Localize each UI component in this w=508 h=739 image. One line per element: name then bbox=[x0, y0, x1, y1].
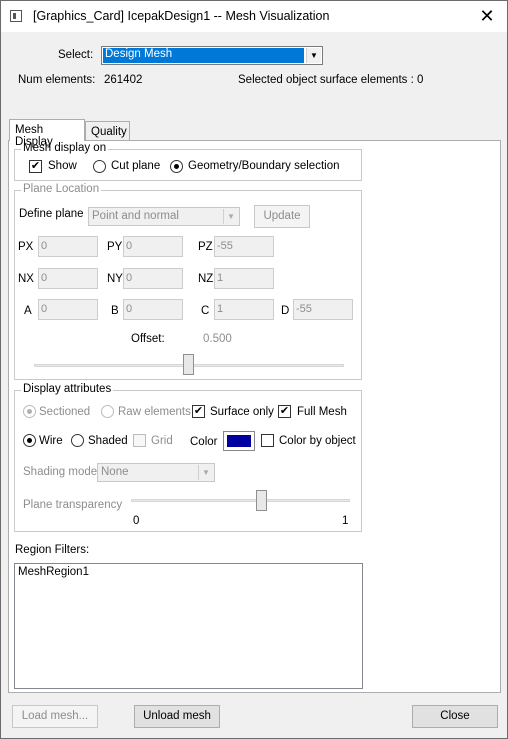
list-item[interactable]: MeshRegion1 bbox=[18, 566, 89, 578]
slider-max-label: 1 bbox=[342, 515, 349, 527]
color-swatch-fill bbox=[227, 435, 251, 447]
color-label: Color bbox=[190, 436, 218, 448]
a-label: A bbox=[24, 305, 32, 317]
check-icon: ✔ bbox=[279, 405, 290, 417]
pz-label: PZ bbox=[198, 241, 213, 253]
chevron-down-icon[interactable]: ▼ bbox=[223, 209, 238, 224]
a-field[interactable]: 0 bbox=[38, 299, 98, 320]
chevron-down-icon[interactable]: ▼ bbox=[198, 465, 213, 480]
plane-location-group: Plane Location Define plane Point and no… bbox=[14, 183, 362, 380]
load-mesh-button[interactable]: Load mesh... bbox=[12, 705, 98, 728]
geometry-boundary-radio[interactable] bbox=[170, 160, 183, 173]
select-dropdown[interactable]: Design Mesh ▼ bbox=[101, 46, 323, 65]
c-label: C bbox=[201, 305, 210, 317]
define-plane-dropdown[interactable]: Point and normal ▼ bbox=[88, 207, 240, 226]
plane-location-legend: Plane Location bbox=[21, 183, 102, 195]
close-button[interactable]: Close bbox=[412, 705, 498, 728]
cut-plane-radio[interactable] bbox=[93, 160, 106, 173]
window-icon bbox=[10, 10, 22, 22]
plane-transparency-slider-track[interactable] bbox=[131, 499, 350, 502]
color-by-object-label: Color by object bbox=[279, 435, 356, 447]
color-swatch-button[interactable] bbox=[223, 431, 255, 451]
b-field[interactable]: 0 bbox=[123, 299, 183, 320]
unload-mesh-button[interactable]: Unload mesh bbox=[134, 705, 220, 728]
window-title: [Graphics_Card] IcepakDesign1 -- Mesh Vi… bbox=[33, 9, 330, 23]
chevron-down-icon[interactable]: ▼ bbox=[306, 48, 321, 63]
offset-slider-thumb[interactable] bbox=[183, 354, 194, 375]
nz-field[interactable]: 1 bbox=[214, 268, 274, 289]
py-label: PY bbox=[107, 241, 123, 253]
sectioned-radio[interactable] bbox=[23, 405, 36, 418]
px-field[interactable]: 0 bbox=[38, 236, 98, 257]
py-field[interactable]: 0 bbox=[123, 236, 183, 257]
b-label: B bbox=[111, 305, 119, 317]
mesh-display-on-group: Mesh display on ✔ Show Cut plane Geometr… bbox=[14, 142, 362, 181]
pz-field[interactable]: -55 bbox=[214, 236, 274, 257]
full-mesh-label: Full Mesh bbox=[297, 406, 347, 418]
update-button[interactable]: Update bbox=[254, 205, 310, 228]
display-attributes-group: Display attributes Sectioned Raw element… bbox=[14, 383, 362, 532]
shading-mode-label: Shading mode bbox=[23, 466, 98, 478]
shading-mode-dropdown[interactable]: None ▼ bbox=[97, 463, 215, 482]
cut-plane-label: Cut plane bbox=[111, 160, 161, 172]
wire-label: Wire bbox=[39, 435, 63, 447]
check-icon: ✔ bbox=[30, 160, 41, 172]
show-checkbox[interactable]: ✔ bbox=[29, 160, 42, 173]
check-icon: ✔ bbox=[193, 405, 204, 417]
mesh-visualization-window: [Graphics_Card] IcepakDesign1 -- Mesh Vi… bbox=[0, 0, 508, 739]
full-mesh-checkbox[interactable]: ✔ bbox=[278, 405, 291, 418]
c-field[interactable]: 1 bbox=[214, 299, 274, 320]
d-label: D bbox=[281, 305, 290, 317]
wire-radio[interactable] bbox=[23, 434, 36, 447]
ny-field[interactable]: 0 bbox=[123, 268, 183, 289]
plane-transparency-label: Plane transparency bbox=[23, 499, 123, 511]
shading-mode-value: None bbox=[101, 466, 129, 478]
nz-label: NZ bbox=[198, 273, 214, 285]
sectioned-label: Sectioned bbox=[39, 406, 91, 418]
nx-field[interactable]: 0 bbox=[38, 268, 98, 289]
offset-label: Offset: bbox=[131, 333, 165, 345]
close-icon[interactable]: ✕ bbox=[475, 5, 499, 27]
define-plane-value: Point and normal bbox=[92, 210, 179, 222]
show-label: Show bbox=[48, 160, 77, 172]
mesh-display-panel: Mesh display on ✔ Show Cut plane Geometr… bbox=[8, 140, 501, 693]
display-attributes-legend: Display attributes bbox=[21, 383, 114, 395]
select-label: Select: bbox=[58, 49, 94, 61]
region-filters-list[interactable]: MeshRegion1 bbox=[14, 563, 363, 689]
grid-label: Grid bbox=[151, 435, 173, 447]
raw-elements-label: Raw elements bbox=[118, 406, 191, 418]
shaded-label: Shaded bbox=[88, 435, 128, 447]
select-value: Design Mesh bbox=[103, 48, 304, 63]
title-bar: [Graphics_Card] IcepakDesign1 -- Mesh Vi… bbox=[1, 1, 507, 32]
selected-surface-elements: Selected object surface elements : 0 bbox=[238, 74, 424, 86]
px-label: PX bbox=[18, 241, 34, 253]
raw-elements-radio[interactable] bbox=[101, 405, 114, 418]
grid-checkbox[interactable] bbox=[133, 434, 146, 447]
define-plane-label: Define plane bbox=[19, 208, 84, 220]
nx-label: NX bbox=[18, 273, 34, 285]
region-filters-label: Region Filters: bbox=[15, 544, 90, 556]
geometry-boundary-label: Geometry/Boundary selection bbox=[188, 160, 340, 172]
ny-label: NY bbox=[107, 273, 123, 285]
tab-mesh-display[interactable]: Mesh Display bbox=[9, 119, 85, 148]
surface-only-label: Surface only bbox=[210, 406, 274, 418]
plane-transparency-slider-thumb[interactable] bbox=[256, 490, 267, 511]
offset-value: 0.500 bbox=[203, 333, 232, 345]
num-elements-label: Num elements: bbox=[18, 74, 96, 86]
tab-quality[interactable]: Quality bbox=[85, 121, 130, 141]
surface-only-checkbox[interactable]: ✔ bbox=[192, 405, 205, 418]
color-by-object-checkbox[interactable] bbox=[261, 434, 274, 447]
slider-min-label: 0 bbox=[133, 515, 140, 527]
num-elements-value: 261402 bbox=[104, 74, 143, 86]
shaded-radio[interactable] bbox=[71, 434, 84, 447]
d-field[interactable]: -55 bbox=[293, 299, 353, 320]
